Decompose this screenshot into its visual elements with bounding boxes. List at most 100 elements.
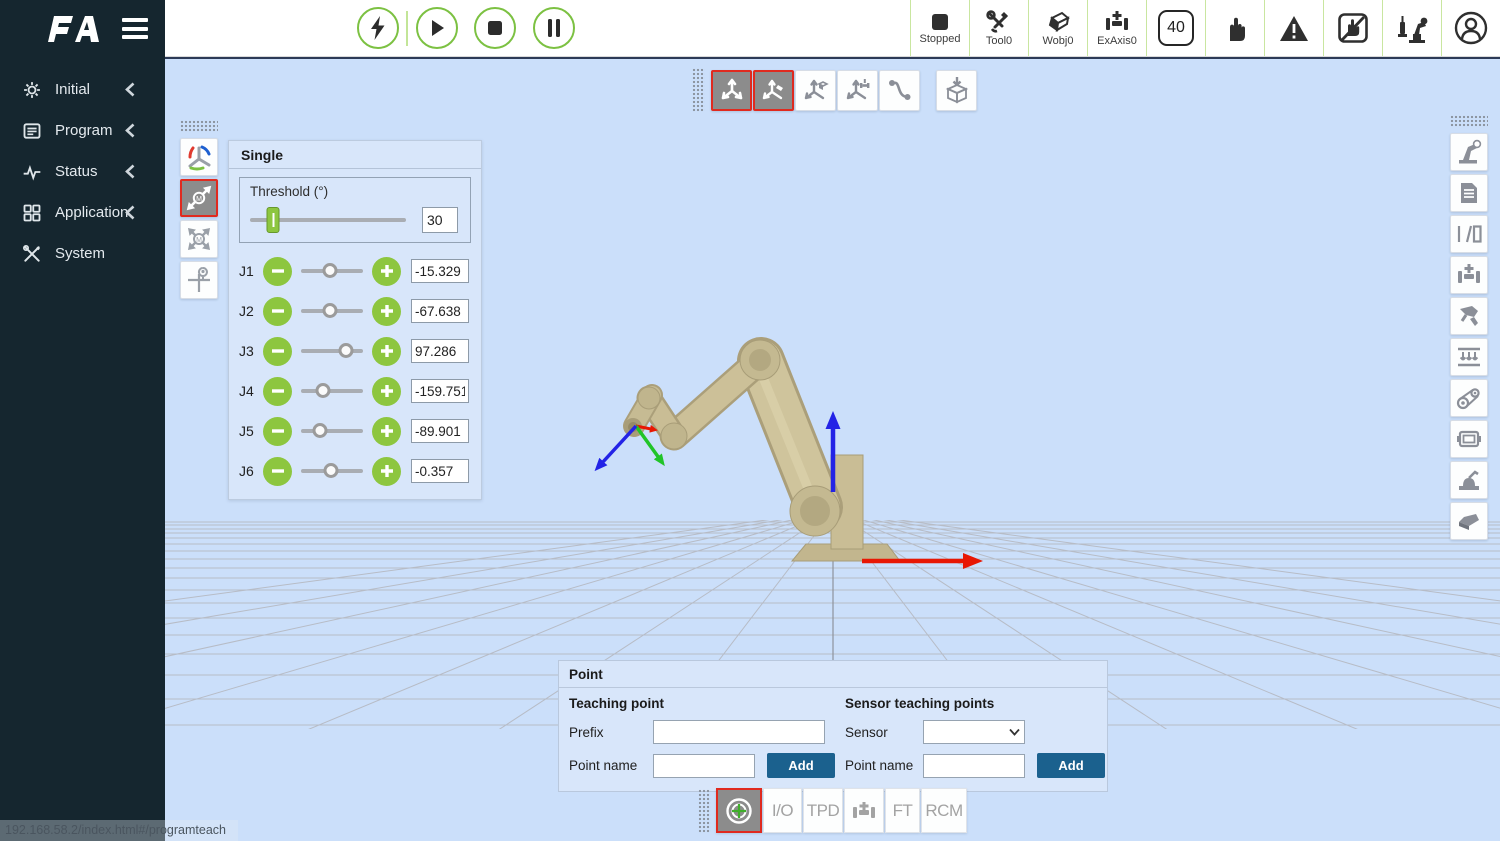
sensor-select[interactable] (923, 720, 1025, 744)
teach-point-button[interactable] (716, 788, 762, 833)
j5-slider-handle[interactable] (312, 423, 327, 438)
sidebar-item-system[interactable]: System (0, 233, 165, 274)
run-button[interactable] (416, 7, 458, 49)
wobj-frame-axes-icon (803, 77, 829, 103)
chevron-left-icon (125, 123, 135, 138)
j4-value-input[interactable] (411, 379, 469, 403)
joint-row-j6: J6 (239, 451, 471, 491)
point-name-input[interactable] (653, 754, 755, 778)
position-pin-button[interactable] (180, 261, 218, 299)
gripper-panel-button[interactable] (844, 788, 884, 833)
status-wobj[interactable]: Wobj0 (1028, 0, 1087, 56)
joint-label: J5 (239, 423, 263, 439)
status-no-touch[interactable] (1323, 0, 1382, 56)
j4-slider-handle[interactable] (316, 383, 331, 398)
toolbar-drag-handle[interactable] (698, 789, 711, 833)
belt-drive-button[interactable] (1450, 379, 1488, 417)
j4-slider[interactable] (301, 389, 363, 393)
io-button[interactable] (1450, 215, 1488, 253)
j6-value-input[interactable] (411, 459, 469, 483)
tpd-panel-button[interactable]: TPD (803, 788, 843, 833)
add-sensor-point-button[interactable]: Add (1037, 753, 1105, 778)
conveyor-button[interactable] (1450, 338, 1488, 376)
wobj-frame-button[interactable] (795, 70, 836, 111)
io-panel-button[interactable]: I/O (763, 788, 802, 833)
j2-slider[interactable] (301, 309, 363, 313)
palette-drag-handle[interactable] (1450, 115, 1488, 127)
single-jog-button[interactable]: M (180, 179, 218, 217)
status-exaxis[interactable]: ExAxis0 (1087, 0, 1146, 56)
motor-button[interactable] (1450, 420, 1488, 458)
toolbar-drag-handle[interactable] (692, 68, 705, 112)
sensor-point-name-input[interactable] (923, 754, 1025, 778)
gripper-claw-button[interactable] (1450, 297, 1488, 335)
j6-minus-button[interactable] (263, 457, 292, 486)
fairino-logo (45, 15, 115, 42)
sidebar-item-program[interactable]: Program (0, 110, 165, 151)
power-button[interactable] (357, 7, 399, 49)
j1-value-input[interactable] (411, 259, 469, 283)
menu-hamburger-icon[interactable] (122, 18, 148, 39)
viewport-3d[interactable]: M M Single Threshold (°) (165, 57, 1500, 841)
j5-plus-button[interactable] (372, 417, 401, 446)
j1-minus-button[interactable] (263, 257, 292, 286)
status-robot[interactable] (1382, 0, 1441, 56)
j5-slider[interactable] (301, 429, 363, 433)
j5-value-input[interactable] (411, 419, 469, 443)
j6-slider[interactable] (301, 469, 363, 473)
status-user[interactable] (1441, 0, 1500, 56)
fixture-button[interactable] (1450, 461, 1488, 499)
tool-frame-button[interactable] (753, 70, 794, 111)
j2-slider-handle[interactable] (323, 303, 338, 318)
orientation-axes-button[interactable] (180, 138, 218, 176)
world-frame-button[interactable] (711, 70, 752, 111)
j5-minus-button[interactable] (263, 417, 292, 446)
j3-slider[interactable] (301, 349, 363, 353)
threshold-slider-handle[interactable] (267, 207, 280, 233)
sidebar-item-label: System (55, 245, 105, 262)
workpiece-button[interactable] (1450, 502, 1488, 540)
j2-minus-button[interactable] (263, 297, 292, 326)
j1-slider-handle[interactable] (323, 263, 338, 278)
j4-plus-button[interactable] (372, 377, 401, 406)
j2-plus-button[interactable] (372, 297, 401, 326)
sidebar-item-application[interactable]: Application (0, 192, 165, 233)
status-alarm[interactable] (1264, 0, 1323, 56)
rcm-panel-button[interactable]: RCM (921, 788, 967, 833)
ft-panel-button[interactable]: FT (885, 788, 920, 833)
sidebar-item-status[interactable]: Status (0, 151, 165, 192)
j1-plus-button[interactable] (372, 257, 401, 286)
j1-slider[interactable] (301, 269, 363, 273)
j3-minus-button[interactable] (263, 337, 292, 366)
trajectory-button[interactable] (879, 70, 920, 111)
file-button[interactable] (1450, 174, 1488, 212)
j3-plus-button[interactable] (372, 337, 401, 366)
main-sidebar: Initial Program Status Application (0, 57, 165, 841)
add-point-button[interactable]: Add (767, 753, 835, 778)
exaxis-frame-button[interactable] (837, 70, 878, 111)
joint-label: J2 (239, 303, 263, 319)
palette-drag-handle[interactable] (180, 120, 218, 132)
prefix-input[interactable] (653, 720, 825, 744)
j6-slider-handle[interactable] (323, 463, 338, 478)
j2-value-input[interactable] (411, 299, 469, 323)
threshold-slider[interactable] (250, 218, 406, 222)
multi-jog-button[interactable]: M (180, 220, 218, 258)
external-axis-button[interactable] (1450, 256, 1488, 294)
import-model-button[interactable] (936, 70, 977, 111)
stop-button[interactable] (474, 7, 516, 49)
j3-slider-handle[interactable] (338, 343, 353, 358)
belt-drive-icon (1456, 385, 1482, 411)
threshold-input[interactable] (422, 207, 458, 233)
status-tool[interactable]: Tool0 (969, 0, 1028, 56)
status-manual-mode[interactable] (1205, 0, 1264, 56)
chevron-left-icon (125, 82, 135, 97)
robot-tool-button[interactable] (1450, 133, 1488, 171)
j6-plus-button[interactable] (372, 457, 401, 486)
sidebar-item-initial[interactable]: Initial (0, 69, 165, 110)
status-speed[interactable]: 40 (1146, 0, 1205, 56)
robot-tool-icon (1456, 139, 1482, 165)
pause-button[interactable] (533, 7, 575, 49)
j3-value-input[interactable] (411, 339, 469, 363)
j4-minus-button[interactable] (263, 377, 292, 406)
